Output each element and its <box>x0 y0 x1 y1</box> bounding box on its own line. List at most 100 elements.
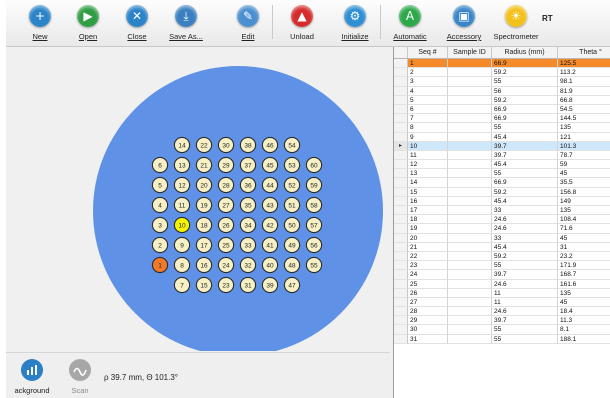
tray-well-12[interactable]: 12 <box>173 176 191 194</box>
tray-well-22[interactable]: 22 <box>195 136 213 154</box>
table-row[interactable]: 18 24.6 108.4 <box>394 215 610 225</box>
sample-id-cell[interactable] <box>448 288 492 298</box>
sample-id-cell[interactable] <box>448 307 492 317</box>
sample-id-cell[interactable] <box>448 297 492 308</box>
table-row[interactable]: 22 59.2 23.2 <box>394 251 610 262</box>
column-header-sample-id[interactable]: Sample ID <box>448 47 492 58</box>
column-header-seq[interactable]: Seq # <box>408 47 448 58</box>
tray-well-54[interactable]: 54 <box>283 136 301 154</box>
tray-well-7[interactable]: 7 <box>173 276 191 294</box>
tray-well-37[interactable]: 37 <box>239 156 257 174</box>
table-row[interactable]: 11 39.7 78.7 <box>394 150 610 161</box>
table-row[interactable]: 7 66.9 144.5 <box>394 114 610 124</box>
table-row[interactable]: 30 55 8.1 <box>394 325 610 335</box>
tray-well-17[interactable]: 17 <box>195 236 213 254</box>
sample-id-cell[interactable] <box>448 325 492 335</box>
tray-well-20[interactable]: 20 <box>195 176 213 194</box>
sample-id-cell[interactable] <box>448 334 492 344</box>
tray-well-19[interactable]: 19 <box>195 196 213 214</box>
tray-well-31[interactable]: 31 <box>239 276 257 294</box>
sample-id-cell[interactable] <box>448 77 492 87</box>
tray-well-16[interactable]: 16 <box>195 256 213 274</box>
tray-well-27[interactable]: 27 <box>217 196 235 214</box>
tray-well-3[interactable]: 3 <box>151 216 169 234</box>
tray-well-44[interactable]: 44 <box>261 176 279 194</box>
tray-well-24[interactable]: 24 <box>217 256 235 274</box>
sample-id-cell[interactable] <box>448 169 492 179</box>
unload-button[interactable]: ▲ Unload <box>278 2 326 44</box>
table-row[interactable]: 19 24.6 71.6 <box>394 224 610 234</box>
sequence-table[interactable]: Seq # Sample ID Radius (mm) Theta ° 1 66.… <box>393 47 610 398</box>
tray-well-42[interactable]: 42 <box>261 216 279 234</box>
table-row[interactable]: 23 55 171.9 <box>394 261 610 271</box>
sample-id-cell[interactable] <box>448 95 492 105</box>
tray-well-53[interactable]: 53 <box>283 156 301 174</box>
sample-id-cell[interactable] <box>448 141 492 151</box>
tray-well-1[interactable]: 1 <box>151 256 169 274</box>
sample-id-cell[interactable] <box>448 68 492 78</box>
tray-well-9[interactable]: 9 <box>173 236 191 254</box>
table-row[interactable]: 27 11 45 <box>394 297 610 308</box>
tray-well-39[interactable]: 39 <box>261 276 279 294</box>
sample-id-cell[interactable] <box>448 86 492 96</box>
table-row[interactable]: 25 24.6 161.6 <box>394 279 610 289</box>
accessory-button[interactable]: ▣ Accessory <box>440 2 488 44</box>
table-row[interactable]: 4 56 81.9 <box>394 86 610 96</box>
tray-well-36[interactable]: 36 <box>239 176 257 194</box>
table-row[interactable]: 13 55 45 <box>394 169 610 179</box>
sample-id-cell[interactable] <box>448 132 492 142</box>
table-row[interactable]: 15 59.2 156.8 <box>394 187 610 197</box>
tray-well-28[interactable]: 28 <box>217 176 235 194</box>
sample-id-cell[interactable] <box>448 279 492 289</box>
tray-well-38[interactable]: 38 <box>239 136 257 154</box>
tray-well-35[interactable]: 35 <box>239 196 257 214</box>
tray-well-46[interactable]: 46 <box>261 136 279 154</box>
column-header-theta[interactable]: Theta ° <box>558 47 610 58</box>
table-row[interactable]: 8 55 135 <box>394 123 610 133</box>
sample-id-cell[interactable] <box>448 206 492 216</box>
table-row[interactable]: 3 55 98.1 <box>394 77 610 87</box>
tray-well-21[interactable]: 21 <box>195 156 213 174</box>
tray-well-18[interactable]: 18 <box>195 216 213 234</box>
sample-id-cell[interactable] <box>448 123 492 133</box>
edit-button[interactable]: ✎ Edit <box>224 2 272 44</box>
tray-well-13[interactable]: 13 <box>173 156 191 174</box>
tray-well-30[interactable]: 30 <box>217 136 235 154</box>
tray-well-43[interactable]: 43 <box>261 196 279 214</box>
table-row[interactable]: ▸ 10 39.7 101.3 <box>394 141 610 151</box>
table-row[interactable]: 24 39.7 168.7 <box>394 270 610 280</box>
tray-well-47[interactable]: 47 <box>283 276 301 294</box>
sample-id-cell[interactable] <box>448 215 492 225</box>
sample-id-cell[interactable] <box>448 261 492 271</box>
save-as-button[interactable]: ⤓ Save As... <box>162 2 210 44</box>
sample-id-cell[interactable] <box>448 224 492 234</box>
tray-well-23[interactable]: 23 <box>217 276 235 294</box>
tray-well-52[interactable]: 52 <box>283 176 301 194</box>
scan-button[interactable]: Scan <box>60 359 100 398</box>
table-row[interactable]: 31 55 188.1 <box>394 334 610 344</box>
automatic-button[interactable]: A Automatic <box>386 2 434 44</box>
table-row[interactable]: 5 59.2 66.8 <box>394 95 610 105</box>
spectrometer-button[interactable]: ☀ Spectrometer <box>492 2 540 44</box>
tray-well-48[interactable]: 48 <box>283 256 301 274</box>
tray-well-56[interactable]: 56 <box>305 236 323 254</box>
table-row[interactable]: 1 66.9 125.5 <box>394 59 610 69</box>
tray-well-6[interactable]: 6 <box>151 156 169 174</box>
sample-id-cell[interactable] <box>448 160 492 170</box>
table-row[interactable]: 9 45.4 121 <box>394 132 610 142</box>
tray-well-34[interactable]: 34 <box>239 216 257 234</box>
sample-id-cell[interactable] <box>448 59 492 69</box>
sample-id-cell[interactable] <box>448 242 492 252</box>
tray-well-60[interactable]: 60 <box>305 156 323 174</box>
table-row[interactable]: 12 45.4 59 <box>394 160 610 170</box>
table-row[interactable]: 20 33 45 <box>394 233 610 243</box>
tray-well-8[interactable]: 8 <box>173 256 191 274</box>
sample-id-cell[interactable] <box>448 187 492 197</box>
tray-well-14[interactable]: 14 <box>173 136 191 154</box>
sample-id-cell[interactable] <box>448 233 492 243</box>
table-row[interactable]: 28 24.6 18.4 <box>394 307 610 317</box>
tray-well-32[interactable]: 32 <box>239 256 257 274</box>
tray-well-57[interactable]: 57 <box>305 216 323 234</box>
tray-well-55[interactable]: 55 <box>305 256 323 274</box>
table-row[interactable]: 26 11 135 <box>394 288 610 298</box>
